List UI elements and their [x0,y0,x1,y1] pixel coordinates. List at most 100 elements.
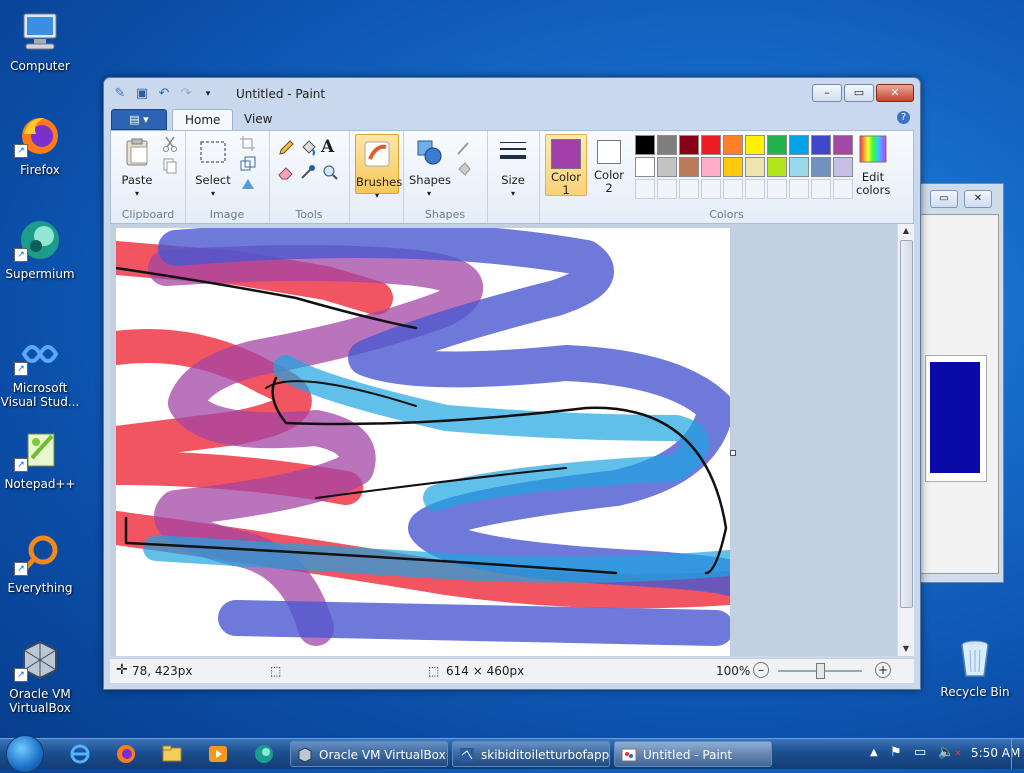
desktop-icon-notepadpp[interactable]: ↗ Notepad++ [0,428,80,491]
eraser-icon[interactable] [277,163,295,181]
group-shapes: Shapes ▾ Shapes [403,131,488,223]
color-picker-icon[interactable] [299,163,317,181]
tab-view[interactable]: View [232,109,284,129]
magnifier-icon[interactable] [321,163,339,181]
select-button[interactable]: Select ▾ [193,137,233,200]
brushes-button[interactable]: Brushes ▾ [355,134,402,200]
copy-icon[interactable] [161,157,179,175]
tab-home[interactable]: Home [172,109,234,130]
undo-icon[interactable]: ↶ [156,86,172,102]
custom-color-slot[interactable] [811,179,831,199]
palette-swatch[interactable] [657,135,677,155]
palette-swatch[interactable] [745,135,765,155]
rotate-icon[interactable] [239,175,257,193]
palette-swatch[interactable] [635,135,655,155]
show-desktop-button[interactable] [1011,739,1024,769]
resize-icon[interactable] [239,155,257,173]
desktop-icon-recycle-bin[interactable]: Recycle Bin [935,636,1015,699]
size-button[interactable]: Size ▾ [493,137,533,200]
palette-swatch[interactable] [723,157,743,177]
desktop-icon-everything[interactable]: ↗ Everything [0,532,80,595]
taskbar-task-virtualbox[interactable]: Oracle VM VirtualBox... [290,741,448,767]
desktop-icon-supermium[interactable]: ↗ Supermium [0,218,80,281]
palette-swatch[interactable] [635,157,655,177]
custom-color-slot[interactable] [789,179,809,199]
palette-swatch[interactable] [679,135,699,155]
palette-swatch[interactable] [679,157,699,177]
color1-button[interactable]: Color 1 [545,134,587,197]
custom-color-slot[interactable] [679,179,699,199]
fill-icon[interactable] [455,161,473,179]
desktop-icon-computer[interactable]: Computer [0,10,80,73]
palette-swatch[interactable] [723,135,743,155]
shapes-button[interactable]: Shapes ▾ [409,137,451,200]
palette-swatch[interactable] [701,157,721,177]
palette-swatch[interactable] [767,157,787,177]
paste-button[interactable]: Paste ▾ [117,137,157,200]
taskbar-task-paint[interactable]: Untitled - Paint [614,741,772,767]
help-icon[interactable]: ? [897,111,910,124]
file-explorer-icon[interactable] [160,743,184,765]
scroll-down-arrow-icon[interactable]: ▼ [898,642,914,656]
pencil-icon[interactable] [277,139,295,157]
drawing-canvas[interactable] [116,228,730,656]
palette-swatch[interactable] [833,135,853,155]
close-button[interactable]: ✕ [876,84,914,102]
volume-muted-icon[interactable]: 🔈✕ [938,745,962,760]
title-bar[interactable]: ✎ ▣ ↶ ↷ ▾ Untitled - Paint – ▭ ✕ [104,78,920,108]
cut-icon[interactable] [161,135,179,153]
paint-window[interactable]: ✎ ▣ ↶ ↷ ▾ Untitled - Paint – ▭ ✕ ▤ ▾ Hom… [103,77,921,690]
desktop-icon-label: Firefox [20,163,60,177]
outline-icon[interactable] [455,139,473,157]
custom-color-slot[interactable] [767,179,787,199]
color2-button[interactable]: Color 2 [589,134,629,195]
text-tool-icon[interactable]: A [321,137,339,157]
save-icon[interactable]: ▣ [134,86,150,102]
network-icon[interactable]: ▭ [914,745,926,760]
file-menu-button[interactable]: ▤ ▾ [111,109,167,130]
desktop-icon-firefox[interactable]: ↗ Firefox [0,114,80,177]
vertical-scrollbar[interactable]: ▲ ▼ [897,224,914,656]
palette-swatch[interactable] [811,135,831,155]
desktop-icon-virtualbox[interactable]: ↗ Oracle VM VirtualBox [0,638,80,715]
supermium-taskbar-icon[interactable] [252,743,276,765]
crop-icon[interactable] [239,135,257,153]
qat-dropdown-icon[interactable]: ▾ [200,86,216,102]
edit-colors-button[interactable]: Edit colors [853,134,893,197]
media-player-icon[interactable] [206,743,230,765]
custom-color-slot[interactable] [701,179,721,199]
palette-swatch[interactable] [767,135,787,155]
palette-swatch[interactable] [811,157,831,177]
zoom-out-icon[interactable]: – [753,662,769,678]
palette-swatch[interactable] [657,157,677,177]
start-button[interactable] [6,735,44,773]
zoom-in-icon[interactable]: + [875,662,891,678]
restore-button[interactable]: ▭ [930,190,958,208]
minimize-button[interactable]: – [812,84,842,102]
palette-swatch[interactable] [789,135,809,155]
taskbar-task-skibidi[interactable]: skibiditoiletturbofapp... [452,741,610,767]
custom-color-slot[interactable] [745,179,765,199]
palette-swatch[interactable] [745,157,765,177]
internet-explorer-icon[interactable] [68,743,92,765]
palette-swatch[interactable] [833,157,853,177]
custom-color-slot[interactable] [723,179,743,199]
paint-app-icon[interactable]: ✎ [112,86,128,102]
show-hidden-icons-icon[interactable]: ▲ [870,747,878,758]
palette-swatch[interactable] [701,135,721,155]
palette-swatch[interactable] [789,157,809,177]
zoom-slider-thumb[interactable] [816,663,825,679]
scrollbar-thumb[interactable] [900,240,913,608]
scroll-up-arrow-icon[interactable]: ▲ [898,224,914,238]
action-center-flag-icon[interactable]: ⚑ [890,745,902,760]
custom-color-slot[interactable] [833,179,853,199]
maximize-button[interactable]: ▭ [844,84,874,102]
custom-color-slot[interactable] [635,179,655,199]
canvas-resize-handle[interactable] [730,450,736,456]
redo-icon[interactable]: ↷ [178,86,194,102]
custom-color-slot[interactable] [657,179,677,199]
desktop-icon-visual-studio[interactable]: ↗ Microsoft Visual Stud... [0,332,80,409]
close-button[interactable]: ✕ [964,190,992,208]
firefox-taskbar-icon[interactable] [114,743,138,765]
fill-bucket-icon[interactable] [299,139,317,157]
